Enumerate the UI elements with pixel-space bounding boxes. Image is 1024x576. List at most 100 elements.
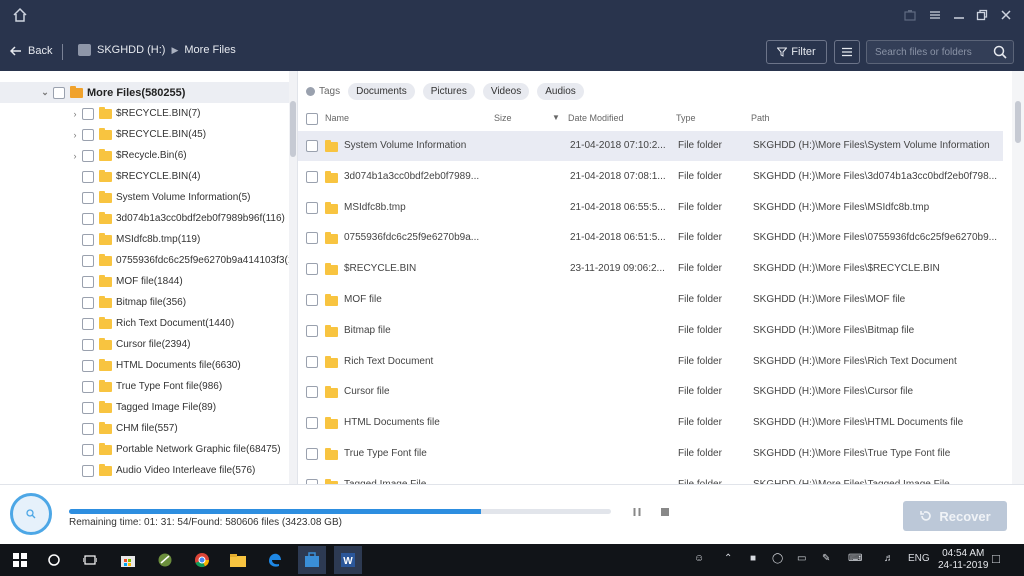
tree-item-checkbox[interactable] (82, 191, 94, 204)
menu-icon[interactable] (929, 9, 941, 24)
list-scrollbar-thumb[interactable] (1015, 101, 1021, 143)
tag-pictures[interactable]: Pictures (422, 82, 475, 100)
table-row[interactable]: Rich Text Document File folder SKGHDD (H:)… (298, 347, 1003, 377)
pen-icon[interactable]: ✎ (822, 553, 830, 564)
chevron-right-icon[interactable]: › (70, 109, 80, 119)
table-row[interactable]: Tagged Image FileFile folderSKGHDD (H:)\… (298, 470, 1003, 484)
chevron-down-icon[interactable]: ⌄ (40, 87, 50, 98)
tree-root[interactable]: ⌄ More Files(580255) (0, 82, 290, 103)
table-row[interactable]: System Volume Information 21-04-2018 07:1… (298, 131, 1003, 161)
row-checkbox[interactable] (306, 324, 318, 337)
recover-button[interactable]: Recover (903, 501, 1007, 531)
tag-documents[interactable]: Documents (348, 82, 415, 100)
minimize-icon[interactable] (953, 9, 965, 24)
tree-item[interactable]: System Volume Information(5) (0, 187, 290, 208)
notification-app-icon[interactable]: ■ (750, 553, 756, 564)
tree-item[interactable]: › $RECYCLE.BIN(7) (0, 103, 290, 124)
select-all-checkbox[interactable] (306, 113, 318, 125)
tree-item-checkbox[interactable] (82, 170, 94, 183)
tree-scrollbar-thumb[interactable] (290, 101, 296, 157)
row-checkbox[interactable] (306, 170, 318, 183)
breadcrumb-folder[interactable]: More Files (184, 44, 235, 56)
language-indicator[interactable]: ENG (908, 553, 930, 564)
column-date[interactable]: Date Modified (568, 113, 624, 123)
feedback-icon[interactable] (904, 9, 916, 24)
chevron-right-icon[interactable]: › (70, 151, 80, 161)
file-explorer-icon[interactable] (228, 550, 248, 570)
tree-item-checkbox[interactable] (82, 338, 94, 351)
home-icon[interactable] (12, 7, 28, 26)
task-view-icon[interactable] (80, 550, 100, 570)
tree-item-checkbox[interactable] (82, 233, 94, 246)
column-path[interactable]: Path (751, 113, 770, 123)
table-row[interactable]: MSIdfc8b.tmp 21-04-2018 06:55:5... File fo… (298, 193, 1003, 223)
windows-start-icon[interactable] (10, 550, 30, 570)
tag-videos[interactable]: Videos (482, 82, 530, 100)
list-scrollbar[interactable] (1012, 71, 1024, 484)
row-checkbox[interactable] (306, 294, 318, 306)
row-checkbox[interactable] (306, 201, 318, 214)
restore-icon[interactable] (976, 9, 988, 24)
table-row[interactable]: Bitmap file File folder SKGHDD (H:)\More F… (298, 316, 1003, 346)
people-icon[interactable]: ☺ (694, 553, 704, 564)
tree-item[interactable]: 3d074b1a3cc0bdf2eb0f7989b96f(116) (0, 208, 290, 229)
tree-item-checkbox[interactable] (82, 464, 94, 477)
battery-icon[interactable]: ▭ (797, 553, 806, 564)
back-button[interactable]: Back (10, 45, 52, 57)
row-checkbox[interactable] (306, 263, 318, 276)
tree-scrollbar[interactable] (289, 71, 297, 484)
tree-item[interactable]: CHM file(557) (0, 418, 290, 439)
tree-item-checkbox[interactable] (82, 254, 94, 267)
tree-item-checkbox[interactable] (82, 443, 94, 456)
search-icon[interactable] (993, 45, 1007, 62)
tree-item[interactable]: Audio Video Interleave file(576) (0, 460, 290, 481)
tree-item[interactable]: 0755936fdc6c25f9e6270b9a414103f3(11 (0, 250, 297, 271)
table-row[interactable]: True Type Font file File folder SKGHDD (H:… (298, 439, 1003, 469)
row-checkbox[interactable] (306, 232, 318, 245)
tree-item-checkbox[interactable] (82, 296, 94, 309)
tree-item[interactable]: › $RECYCLE.BIN(45) (0, 124, 290, 145)
table-row[interactable]: 3d074b1a3cc0bdf2eb0f7989... 21-04-2018 07… (298, 162, 1003, 192)
tree-item[interactable]: Portable Network Graphic file(68475) (0, 439, 290, 460)
column-size[interactable]: Size (494, 113, 512, 123)
tree-item[interactable]: Bitmap file(356) (0, 292, 290, 313)
chevron-right-icon[interactable]: › (70, 130, 80, 140)
sort-desc-icon[interactable]: ▼ (552, 113, 560, 122)
recovery-app-icon[interactable] (298, 546, 326, 574)
tree-item[interactable]: True Type Font file(986) (0, 376, 290, 397)
clock[interactable]: 04:54 AM 24-11-2019 (938, 548, 988, 572)
tree-item[interactable]: HTML Documents file(6630) (0, 355, 290, 376)
edge-icon[interactable] (265, 550, 285, 570)
row-checkbox[interactable] (306, 140, 318, 152)
speaker-icon[interactable]: ♬ (884, 553, 894, 564)
row-checkbox[interactable] (306, 355, 318, 368)
table-row[interactable]: 0755936fdc6c25f9e6270b9a... 21-04-2018 06… (298, 223, 1003, 253)
tree-item[interactable]: Cursor file(2394) (0, 334, 290, 355)
tree-item-checkbox[interactable] (82, 275, 94, 288)
word-icon[interactable]: W (334, 546, 362, 574)
table-row[interactable]: MOF file File folder SKGHDD (H:)\More File… (298, 285, 1003, 315)
tree-item-checkbox[interactable] (82, 380, 94, 393)
tree-item[interactable]: MSIdfc8b.tmp(119) (0, 229, 290, 250)
tree-item-checkbox[interactable] (82, 317, 94, 330)
view-mode-button[interactable] (834, 40, 860, 64)
tree-item-checkbox[interactable] (82, 107, 94, 120)
tree-item-checkbox[interactable] (82, 212, 94, 225)
search-input[interactable] (867, 41, 987, 63)
close-icon[interactable] (1000, 9, 1012, 24)
tag-audios[interactable]: Audios (537, 82, 584, 100)
store-icon[interactable] (118, 550, 138, 570)
stop-icon[interactable] (660, 507, 670, 520)
cortana-icon[interactable] (44, 550, 64, 570)
table-row[interactable]: $RECYCLE.BIN 23-11-2019 09:06:2... File fo… (298, 254, 1003, 284)
table-row[interactable]: Cursor file File folder SKGHDD (H:)\More F… (298, 377, 1003, 407)
filter-button[interactable]: Filter (766, 40, 827, 64)
column-name[interactable]: Name (325, 113, 349, 123)
tree-item[interactable]: $RECYCLE.BIN(4) (0, 166, 290, 187)
chevron-up-icon[interactable]: ⌃ (724, 553, 732, 564)
app-icon[interactable] (155, 550, 175, 570)
tree-item-checkbox[interactable] (82, 149, 94, 162)
keyboard-icon[interactable]: ⌨ (848, 553, 862, 564)
tree-item[interactable]: Tagged Image File(89) (0, 397, 290, 418)
action-center-icon[interactable]: □ (992, 551, 1000, 566)
